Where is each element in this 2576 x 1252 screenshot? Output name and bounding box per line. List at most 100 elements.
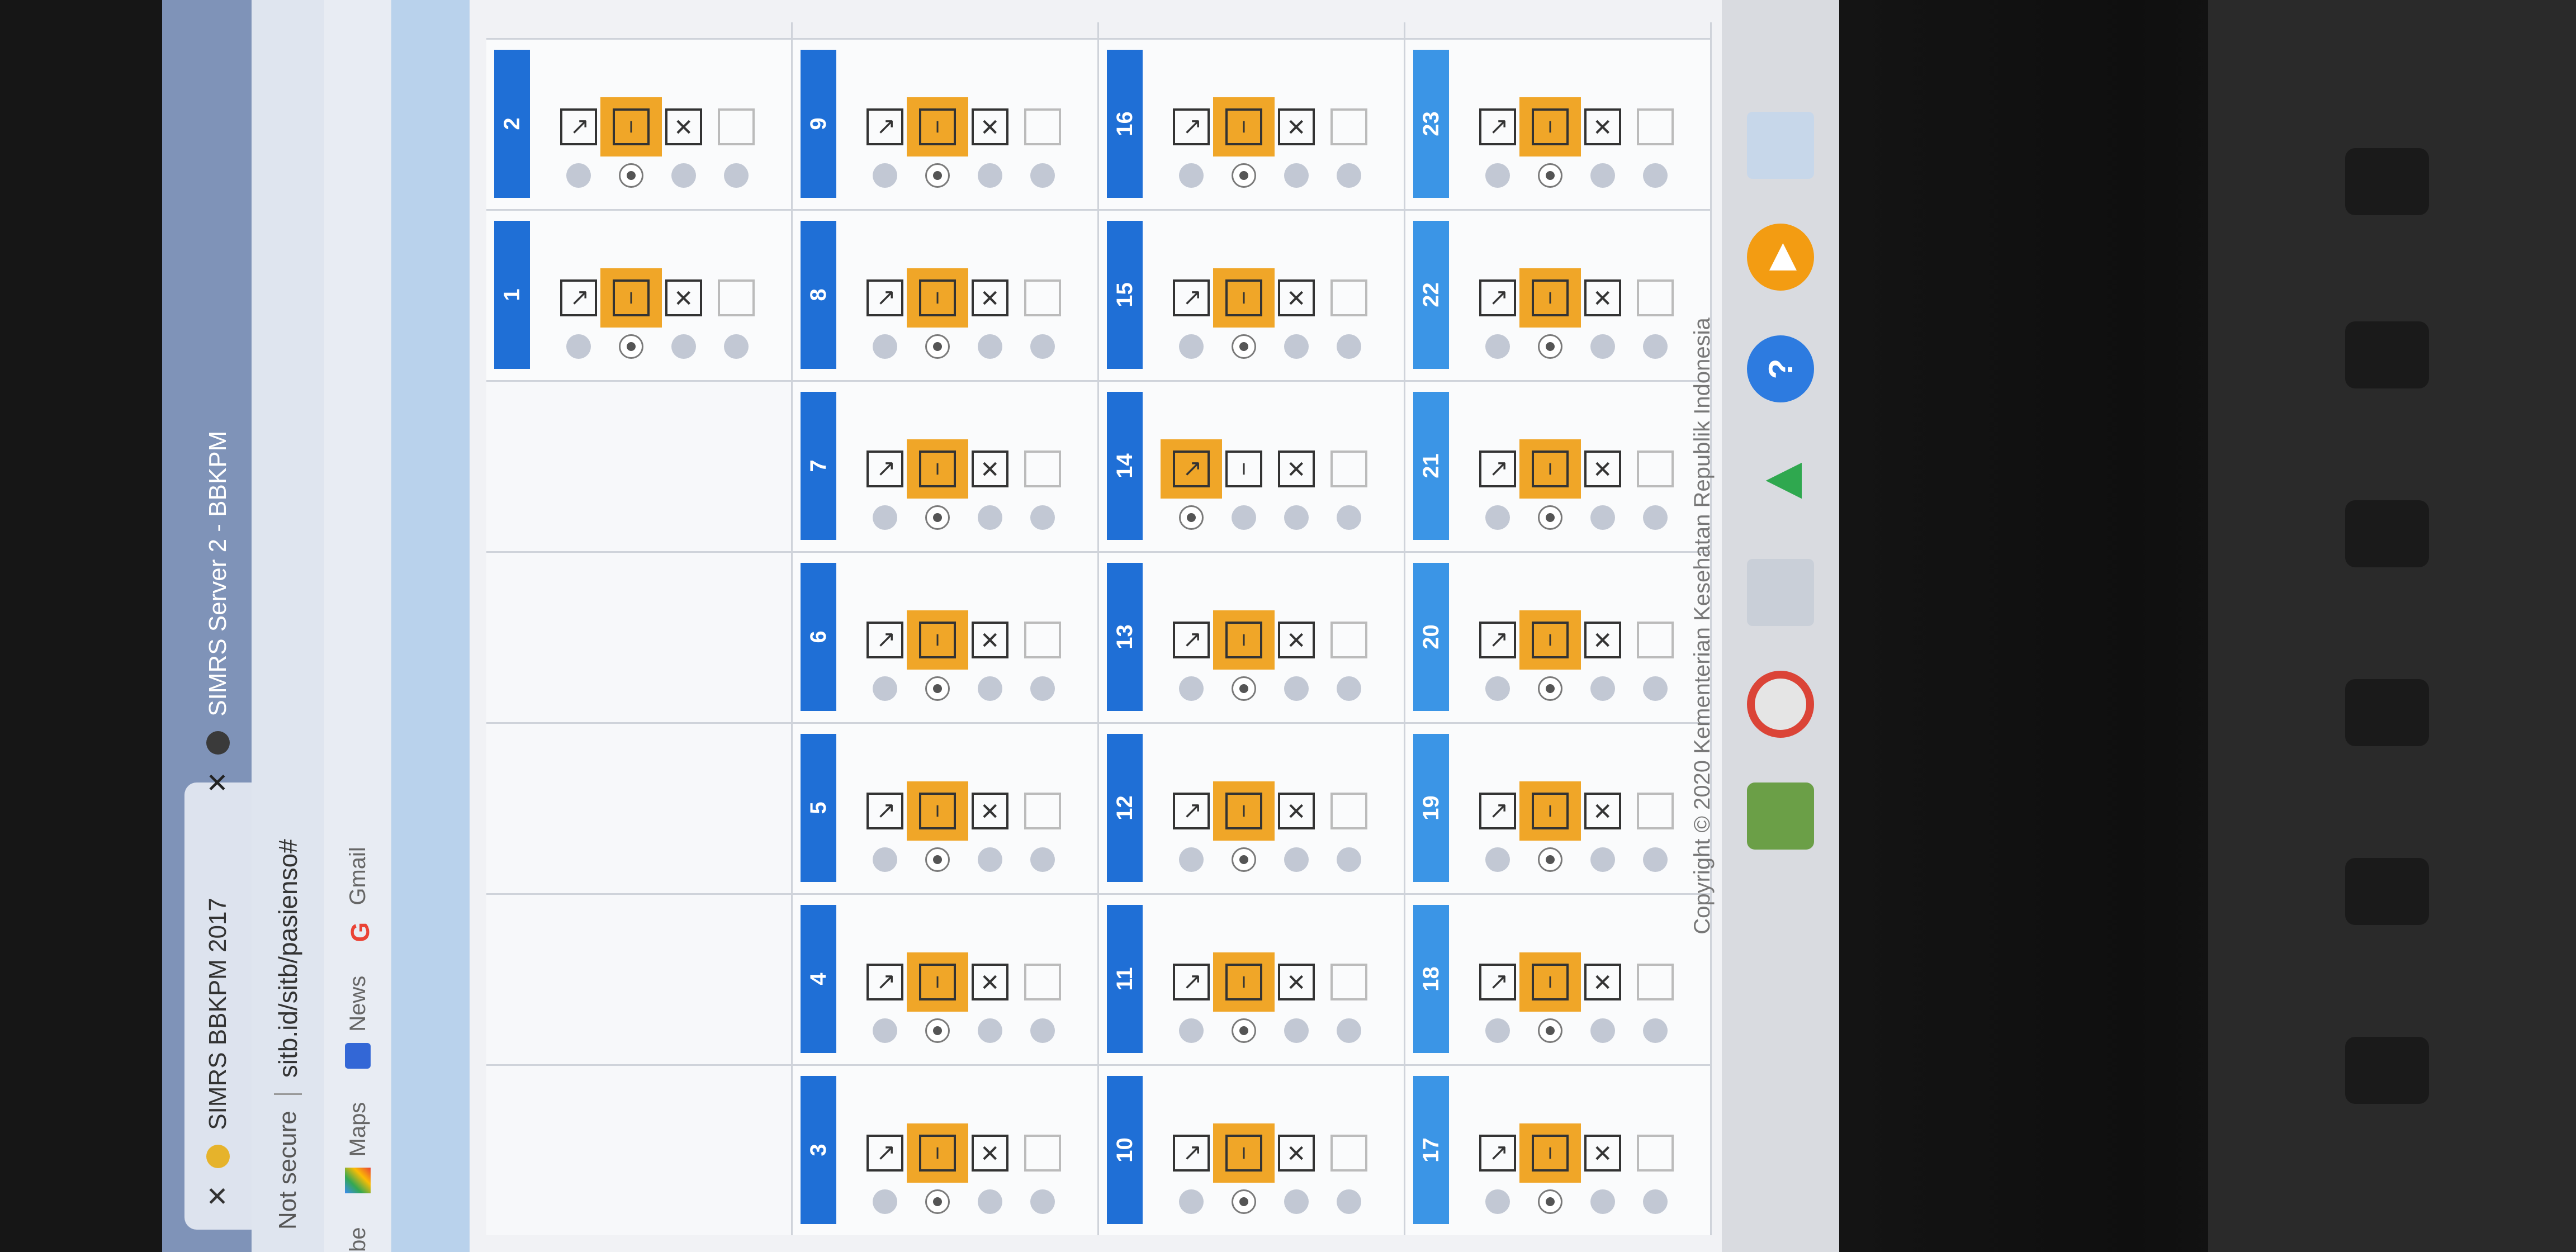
radio-button[interactable] [566,163,591,188]
status-option-row[interactable]: ↘ [1172,1135,1211,1214]
cross-status-icon[interactable]: ✕ [665,279,702,316]
radio-button[interactable] [1538,163,1562,188]
check-status-icon[interactable]: ↘ [1479,622,1516,658]
radio-button[interactable] [1284,676,1309,701]
empty-status-icon[interactable] [1330,279,1367,316]
cross-status-icon[interactable]: ✕ [972,279,1008,316]
minus-status-icon[interactable]: − [1225,279,1262,316]
calendar-day-cell[interactable]: 4 ↘ − ✕ [793,893,1097,1064]
cross-status-icon[interactable]: ✕ [1584,793,1621,829]
status-option-row[interactable] [1329,1135,1368,1214]
check-status-icon[interactable]: ↘ [1479,1135,1516,1172]
status-option-row[interactable] [1329,108,1368,188]
status-option-row[interactable]: ↘ [1172,793,1211,872]
status-option-row[interactable]: ↘ [865,279,905,359]
status-option-row[interactable]: − [1519,439,1581,530]
empty-status-icon[interactable] [1024,279,1061,316]
calendar-day-cell[interactable]: 8 ↘ − ✕ [793,209,1097,380]
check-status-icon[interactable]: ↘ [866,450,903,487]
address-bar[interactable]: Not secure sitb.id/sitb/pasienso# [252,0,324,1252]
calendar-day-cell[interactable]: 19 ↘ − ✕ [1405,722,1710,893]
tab-simrs-server2[interactable]: ✕ SIMRS Server 2 - BBKPM [184,268,252,816]
status-option-row[interactable]: ✕ [970,622,1010,701]
radio-button[interactable] [1643,505,1668,530]
status-option-row[interactable] [1023,622,1062,701]
radio-button[interactable] [1232,1189,1256,1214]
radio-button[interactable] [873,163,897,188]
status-option-row[interactable]: ↘ [1478,622,1517,701]
tab-simrs-bbkpm[interactable]: ✕ SIMRS BBKPM 2017 [184,782,252,1230]
minus-status-icon[interactable]: − [1532,622,1569,658]
minus-status-icon[interactable]: − [919,964,956,1000]
radio-button[interactable] [1030,1189,1055,1214]
radio-button[interactable] [1590,1189,1615,1214]
close-tab-icon[interactable]: ✕ [202,1185,234,1207]
radio-button[interactable] [724,163,749,188]
radio-button[interactable] [978,847,1002,872]
check-status-icon[interactable]: ↘ [1173,1135,1210,1172]
cross-status-icon[interactable]: ✕ [1278,108,1315,145]
radio-button[interactable] [566,334,591,359]
radio-button[interactable] [1590,505,1615,530]
check-status-icon[interactable]: ↘ [1173,279,1210,316]
check-status-icon[interactable]: ↘ [1173,622,1210,658]
status-option-row[interactable]: ↘ [559,279,598,359]
radio-button[interactable] [873,1189,897,1214]
triangle-app-icon[interactable]: ▲ [1746,447,1815,514]
status-option-row[interactable]: ✕ [1277,279,1316,359]
status-option-row[interactable]: − [1213,97,1275,188]
status-option-row[interactable] [1023,450,1062,530]
status-option-row[interactable]: − [1213,268,1275,359]
status-option-row[interactable]: ✕ [1277,622,1316,701]
status-option-row[interactable]: − [1519,1123,1581,1214]
cross-status-icon[interactable]: ✕ [972,964,1008,1000]
status-option-row[interactable] [1329,793,1368,872]
check-status-icon[interactable]: ↘ [1479,450,1516,487]
cross-status-icon[interactable]: ✕ [1278,1135,1315,1172]
radio-button[interactable] [1538,1189,1562,1214]
status-option-row[interactable]: ↘ [865,1135,905,1214]
radio-button[interactable] [1337,676,1361,701]
calendar-day-cell[interactable]: 15 ↘ − ✕ [1099,209,1404,380]
status-option-row[interactable] [1023,1135,1062,1214]
check-status-icon[interactable]: ↘ [866,108,903,145]
check-status-icon[interactable]: ↘ [866,622,903,658]
empty-status-icon[interactable] [1637,622,1674,658]
status-option-row[interactable]: ↘ [865,450,905,530]
status-option-row[interactable]: ↘ [1172,108,1211,188]
bookmark-maps[interactable]: Maps [345,1102,371,1194]
radio-button[interactable] [1179,1189,1204,1214]
status-option-row[interactable] [717,279,756,359]
check-status-icon[interactable]: ↘ [560,108,597,145]
status-option-row[interactable]: ↘ [865,622,905,701]
status-option-row[interactable] [1636,279,1675,359]
status-option-row[interactable]: − [907,952,968,1043]
status-option-row[interactable]: ✕ [1583,964,1622,1043]
radio-button[interactable] [978,334,1002,359]
minus-status-icon[interactable]: − [1532,964,1569,1000]
radio-button[interactable] [1538,334,1562,359]
status-option-row[interactable]: − [1213,952,1275,1043]
check-status-icon[interactable]: ↘ [560,279,597,316]
empty-status-icon[interactable] [1330,450,1367,487]
radio-button[interactable] [1590,1018,1615,1043]
status-option-row[interactable]: ↘ [1172,622,1211,701]
radio-button[interactable] [1284,1018,1309,1043]
radio-button[interactable] [925,163,950,188]
media-player-icon[interactable]: ▶ [1747,224,1814,291]
status-option-row[interactable]: ✕ [1277,108,1316,188]
radio-button[interactable] [1030,163,1055,188]
empty-status-icon[interactable] [1637,279,1674,316]
radio-button[interactable] [1179,505,1204,530]
calendar-day-cell[interactable]: 1 ↘ − ✕ [486,209,791,380]
calendar-day-cell[interactable]: 5 ↘ − ✕ [793,722,1097,893]
bookmark-news[interactable]: News [345,976,371,1069]
radio-button[interactable] [925,1018,950,1043]
empty-status-icon[interactable] [1330,108,1367,145]
cross-status-icon[interactable]: ✕ [972,450,1008,487]
radio-button[interactable] [1284,847,1309,872]
radio-button[interactable] [1337,163,1361,188]
radio-button[interactable] [1179,676,1204,701]
status-option-row[interactable]: ✕ [970,108,1010,188]
calendar-day-cell[interactable]: 22 ↘ − ✕ [1405,209,1710,380]
